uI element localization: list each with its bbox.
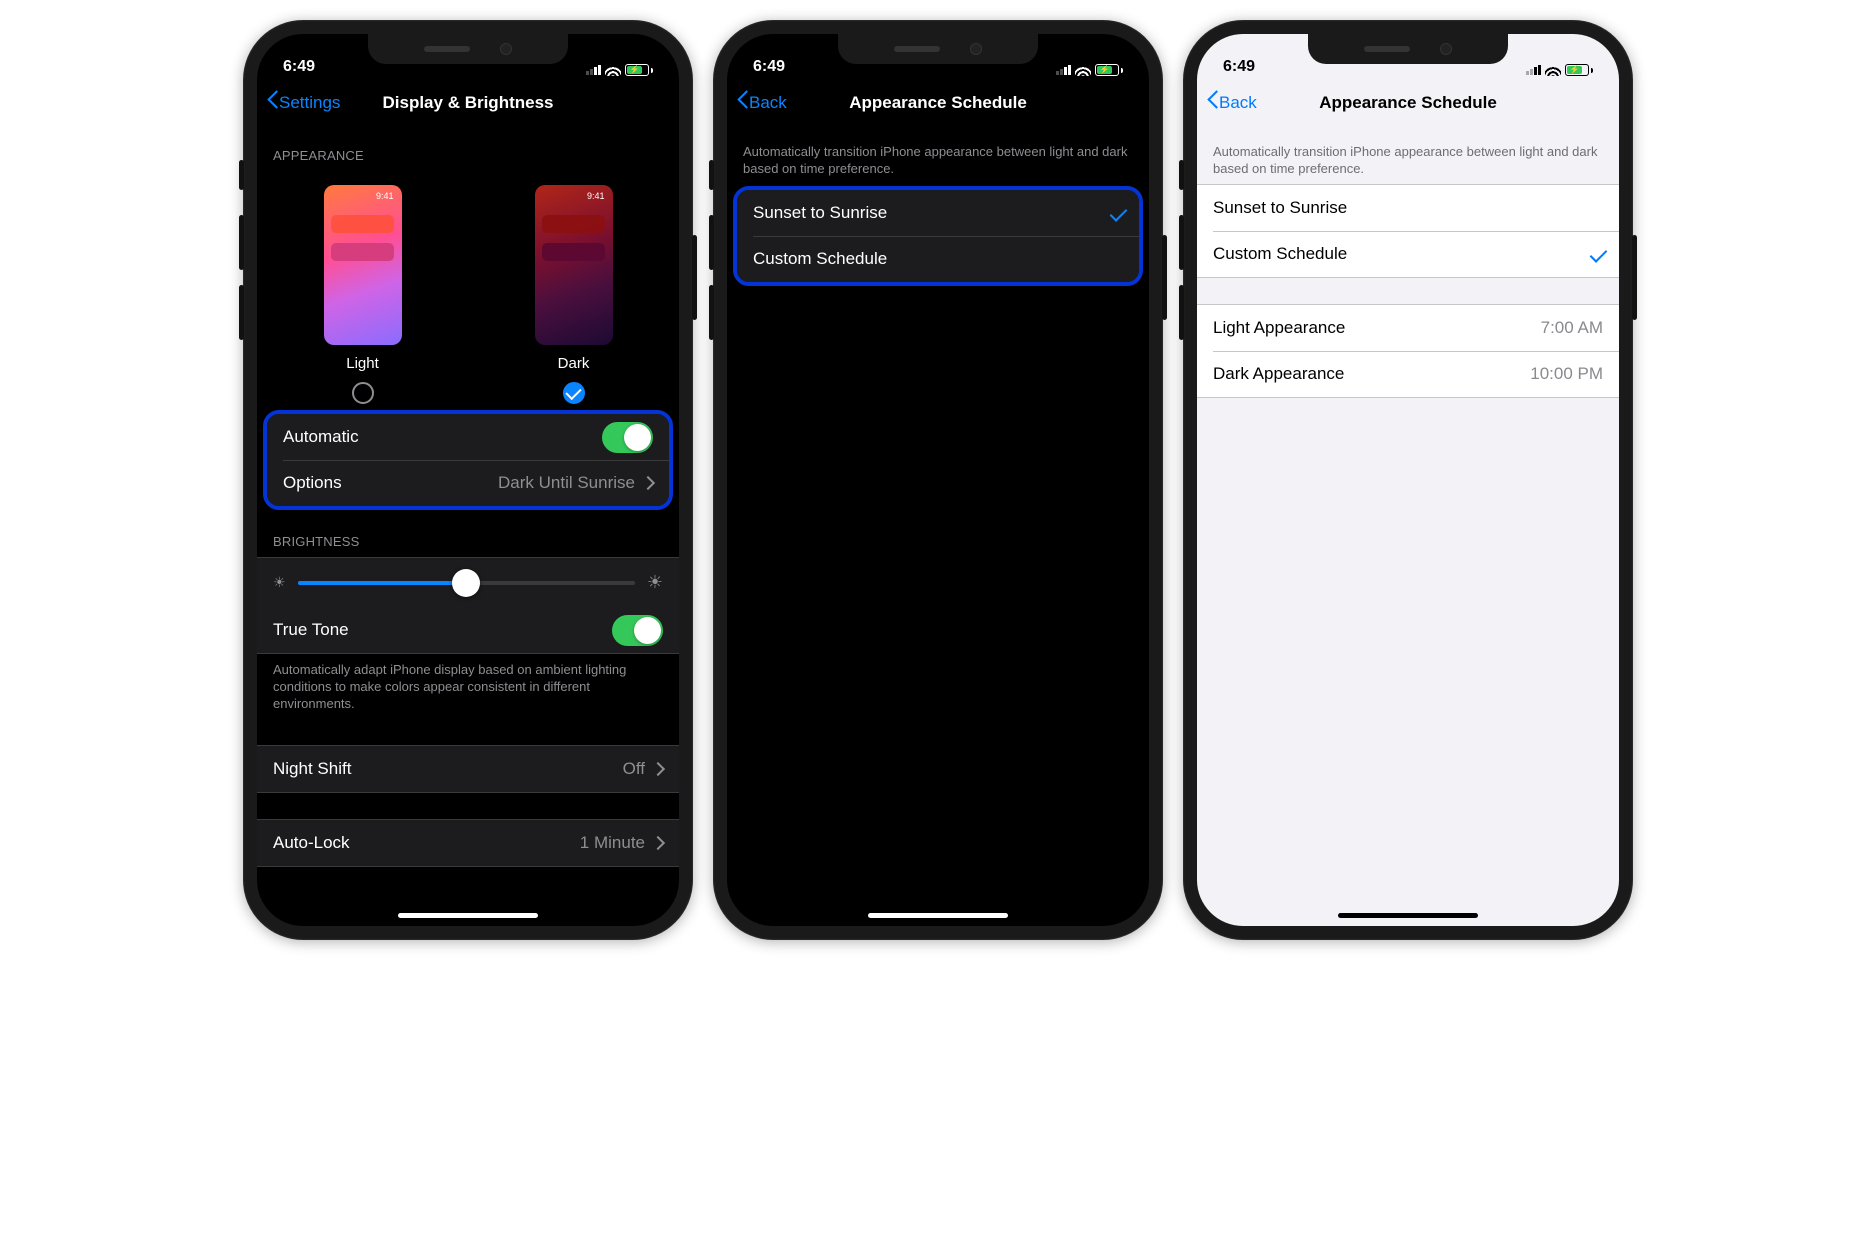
sun-max-icon: ☀︎ <box>647 572 663 593</box>
nav-bar: Settings Display & Brightness <box>257 80 679 126</box>
brightness-slider[interactable] <box>298 581 635 585</box>
auto-lock-value: 1 Minute <box>580 833 645 853</box>
wifi-icon <box>605 64 621 76</box>
checkmark-icon <box>1594 246 1603 262</box>
automatic-switch[interactable] <box>602 422 653 453</box>
battery-icon: ⚡ <box>1565 64 1593 76</box>
light-thumbnail: 9:41 <box>324 185 402 345</box>
option-label: Sunset to Sunrise <box>753 203 887 223</box>
tutorial-highlight: Automatic Options Dark Until Sunrise <box>263 410 673 510</box>
wifi-icon <box>1545 64 1561 76</box>
home-indicator[interactable] <box>868 913 1008 918</box>
night-shift-row[interactable]: Night Shift Off <box>257 746 679 792</box>
wifi-icon <box>1075 64 1091 76</box>
true-tone-label: True Tone <box>273 620 349 640</box>
nav-title: Appearance Schedule <box>727 93 1149 113</box>
automatic-label: Automatic <box>283 427 359 447</box>
dark-appearance-label: Dark Appearance <box>1213 364 1344 384</box>
nav-title: Appearance Schedule <box>1197 93 1619 113</box>
phone-frame-3: 6:49 ⚡ Back Appearance Schedule Automati… <box>1183 20 1633 940</box>
nav-bar: Back Appearance Schedule <box>1197 80 1619 126</box>
light-appearance-value: 7:00 AM <box>1541 318 1603 338</box>
cellular-icon <box>1056 65 1071 75</box>
light-appearance-row[interactable]: Light Appearance 7:00 AM <box>1197 305 1619 351</box>
dark-thumbnail: 9:41 <box>535 185 613 345</box>
chevron-right-icon <box>653 838 663 848</box>
notch <box>838 34 1038 64</box>
sun-min-icon: ☀︎ <box>273 574 286 591</box>
battery-icon: ⚡ <box>625 64 653 76</box>
cellular-icon <box>586 65 601 75</box>
true-tone-row[interactable]: True Tone <box>257 607 679 653</box>
appearance-option-light[interactable]: 9:41 Light <box>324 185 402 404</box>
auto-lock-row[interactable]: Auto-Lock 1 Minute <box>257 820 679 866</box>
notch <box>368 34 568 64</box>
schedule-description: Automatically transition iPhone appearan… <box>727 126 1149 184</box>
notch <box>1308 34 1508 64</box>
dark-appearance-row[interactable]: Dark Appearance 10:00 PM <box>1197 351 1619 397</box>
light-appearance-label: Light Appearance <box>1213 318 1345 338</box>
appearance-header: APPEARANCE <box>257 126 679 171</box>
status-time: 6:49 <box>1223 58 1255 76</box>
phone-frame-1: 6:49 ⚡ Settings Display & Brightness APP… <box>243 20 693 940</box>
tutorial-highlight: Sunset to Sunrise Custom Schedule <box>733 186 1143 286</box>
options-label: Options <box>283 473 342 493</box>
brightness-slider-row[interactable]: ☀︎ ☀︎ <box>257 558 679 607</box>
true-tone-switch[interactable] <box>612 615 663 646</box>
appearance-option-dark[interactable]: 9:41 Dark <box>535 185 613 404</box>
chevron-right-icon <box>643 478 653 488</box>
phone-frame-2: 6:49 ⚡ Back Appearance Schedule Automati… <box>713 20 1163 940</box>
option-sunset-sunrise[interactable]: Sunset to Sunrise <box>737 190 1139 236</box>
option-label: Sunset to Sunrise <box>1213 198 1347 218</box>
status-time: 6:49 <box>753 58 785 76</box>
nav-title: Display & Brightness <box>257 93 679 113</box>
cellular-icon <box>1526 65 1541 75</box>
dark-appearance-value: 10:00 PM <box>1530 364 1603 384</box>
battery-icon: ⚡ <box>1095 64 1123 76</box>
options-value: Dark Until Sunrise <box>498 473 635 493</box>
option-label: Custom Schedule <box>753 249 887 269</box>
option-sunset-sunrise[interactable]: Sunset to Sunrise <box>1197 185 1619 231</box>
schedule-description: Automatically transition iPhone appearan… <box>1197 126 1619 184</box>
radio-light[interactable] <box>352 382 374 404</box>
night-shift-label: Night Shift <box>273 759 351 779</box>
options-row[interactable]: Options Dark Until Sunrise <box>267 460 669 506</box>
automatic-row[interactable]: Automatic <box>267 414 669 460</box>
night-shift-value: Off <box>623 759 645 779</box>
appearance-picker: 9:41 Light 9:41 Dark <box>257 171 679 408</box>
option-label: Custom Schedule <box>1213 244 1347 264</box>
radio-dark[interactable] <box>563 382 585 404</box>
checkmark-icon <box>1114 205 1123 221</box>
option-custom-schedule[interactable]: Custom Schedule <box>1197 231 1619 277</box>
auto-lock-label: Auto-Lock <box>273 833 350 853</box>
brightness-header: BRIGHTNESS <box>257 512 679 557</box>
home-indicator[interactable] <box>1338 913 1478 918</box>
dark-label: Dark <box>558 355 590 372</box>
chevron-right-icon <box>653 764 663 774</box>
home-indicator[interactable] <box>398 913 538 918</box>
option-custom-schedule[interactable]: Custom Schedule <box>737 236 1139 282</box>
status-time: 6:49 <box>283 58 315 76</box>
true-tone-footer: Automatically adapt iPhone display based… <box>257 654 679 719</box>
light-label: Light <box>346 355 379 372</box>
nav-bar: Back Appearance Schedule <box>727 80 1149 126</box>
